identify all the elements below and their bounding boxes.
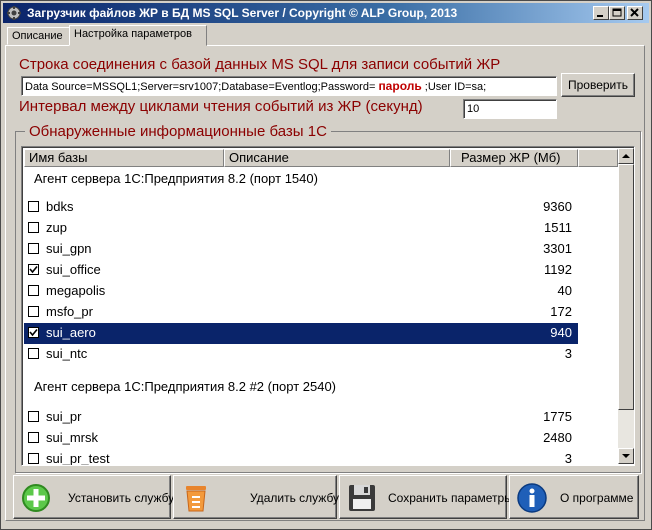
scrollbar-thumb[interactable]: [618, 164, 634, 410]
connection-string-label: Строка соединения с базой данных MS SQL …: [19, 56, 501, 73]
checkmark-icon: [29, 328, 38, 337]
close-button[interactable]: [627, 6, 643, 20]
list-item[interactable]: msfo_pr 172: [24, 302, 578, 323]
info-icon: [517, 483, 547, 513]
base-size: 940: [550, 325, 572, 340]
checkbox[interactable]: [28, 411, 39, 422]
bases-list[interactable]: Имя базы Описание Размер ЖР (Мб) Агент с…: [21, 146, 635, 466]
app-icon: [7, 6, 21, 20]
base-size: 40: [557, 283, 572, 298]
list-item[interactable]: megapolis 40: [24, 281, 578, 302]
checkbox[interactable]: [28, 243, 39, 254]
tab-settings[interactable]: Настройка параметров: [69, 25, 207, 46]
base-size: 1511: [544, 220, 572, 235]
checkbox[interactable]: [28, 306, 39, 317]
minimize-icon: [597, 15, 603, 17]
remove-service-button[interactable]: Удалить службу: [173, 475, 340, 519]
checkbox[interactable]: [28, 432, 39, 443]
connection-string-suffix: ;User ID=sa;: [424, 81, 487, 93]
tab-description[interactable]: Описание: [7, 27, 71, 45]
checkbox-checked[interactable]: [28, 327, 39, 338]
about-button[interactable]: О программе: [509, 475, 639, 519]
column-header-description[interactable]: Описание: [224, 149, 450, 167]
base-size: 3: [564, 451, 572, 466]
base-name: sui_mrsk: [46, 430, 99, 445]
list-item-selected[interactable]: sui_aero 940: [24, 323, 578, 344]
checkbox-checked[interactable]: [28, 264, 39, 275]
base-name: sui_pr_test: [46, 451, 110, 466]
window-title: Загрузчик файлов ЖР в БД MS SQL Server /…: [27, 6, 458, 20]
base-name: msfo_pr: [46, 304, 93, 319]
floppy-disk-icon: [349, 485, 375, 511]
base-name: sui_pr: [46, 409, 82, 424]
close-icon: [630, 8, 639, 17]
connection-string-prefix: Data Source=MSSQL1;Server=srv1007;Databa…: [25, 81, 376, 93]
checkbox[interactable]: [28, 348, 39, 359]
base-size: 3301: [543, 241, 572, 256]
base-size: 3: [564, 346, 572, 361]
bases-group-title: Обнаруженные информационные базы 1С: [25, 123, 331, 140]
base-name: megapolis: [46, 283, 106, 298]
base-size: 9360: [543, 199, 572, 214]
scroll-down-button[interactable]: [618, 448, 634, 464]
install-service-button[interactable]: Установить службу: [13, 475, 175, 519]
column-header-filler: [578, 149, 618, 167]
checkbox[interactable]: [28, 453, 39, 464]
group-header-agent-2540: Агент сервера 1С:Предприятия 8.2 #2 (пор…: [34, 379, 337, 394]
list-item[interactable]: sui_ntc 3: [24, 344, 578, 365]
base-name: sui_gpn: [46, 241, 92, 256]
base-name: bdks: [46, 199, 74, 214]
maximize-icon: [612, 8, 622, 17]
base-name: sui_aero: [46, 325, 96, 340]
install-service-label: Установить службу: [68, 491, 175, 505]
base-size: 1775: [543, 409, 572, 424]
plus-circle-icon: [22, 484, 50, 512]
base-name: sui_office: [46, 262, 101, 277]
list-item[interactable]: sui_office 1192: [24, 260, 578, 281]
maximize-button[interactable]: [609, 6, 625, 20]
save-settings-label: Сохранить параметры: [388, 491, 513, 505]
list-item[interactable]: sui_mrsk 2480: [24, 428, 578, 449]
base-size: 2480: [543, 430, 572, 445]
interval-label: Интервал между циклами чтения событий из…: [19, 98, 423, 115]
list-item[interactable]: sui_pr 1775: [24, 407, 578, 428]
column-header-size[interactable]: Размер ЖР (Мб): [450, 149, 578, 167]
checkbox[interactable]: [28, 285, 39, 296]
list-item[interactable]: bdks 9360: [24, 197, 578, 218]
scroll-up-icon: [622, 154, 630, 158]
checkbox[interactable]: [28, 201, 39, 212]
trash-icon: [186, 486, 206, 512]
base-size: 172: [550, 304, 572, 319]
app-window: Загрузчик файлов ЖР в БД MS SQL Server /…: [0, 0, 652, 530]
scroll-down-icon: [622, 454, 630, 458]
about-label: О программе: [560, 491, 634, 505]
column-header-name[interactable]: Имя базы: [24, 149, 224, 167]
interval-input[interactable]: 10: [463, 99, 557, 119]
connection-string-input[interactable]: Data Source=MSSQL1;Server=srv1007;Databa…: [21, 76, 557, 96]
minimize-button[interactable]: [593, 6, 609, 20]
remove-service-label: Удалить службу: [250, 491, 340, 505]
list-item[interactable]: sui_pr_test 3: [24, 449, 578, 466]
check-connection-button[interactable]: Проверить: [561, 73, 635, 97]
save-settings-button[interactable]: Сохранить параметры: [339, 475, 513, 519]
base-name: zup: [46, 220, 67, 235]
list-item[interactable]: zup 1511: [24, 218, 578, 239]
base-size: 1192: [544, 262, 572, 277]
connection-string-password: пароль: [378, 79, 422, 93]
title-bar[interactable]: Загрузчик файлов ЖР в БД MS SQL Server /…: [3, 3, 649, 23]
group-header-agent-1540: Агент сервера 1С:Предприятия 8.2 (порт 1…: [34, 171, 318, 186]
base-name: sui_ntc: [46, 346, 88, 361]
checkmark-icon: [29, 265, 38, 274]
list-item[interactable]: sui_gpn 3301: [24, 239, 578, 260]
vertical-scrollbar[interactable]: [618, 148, 634, 464]
checkbox[interactable]: [28, 222, 39, 233]
scroll-up-button[interactable]: [618, 148, 634, 164]
